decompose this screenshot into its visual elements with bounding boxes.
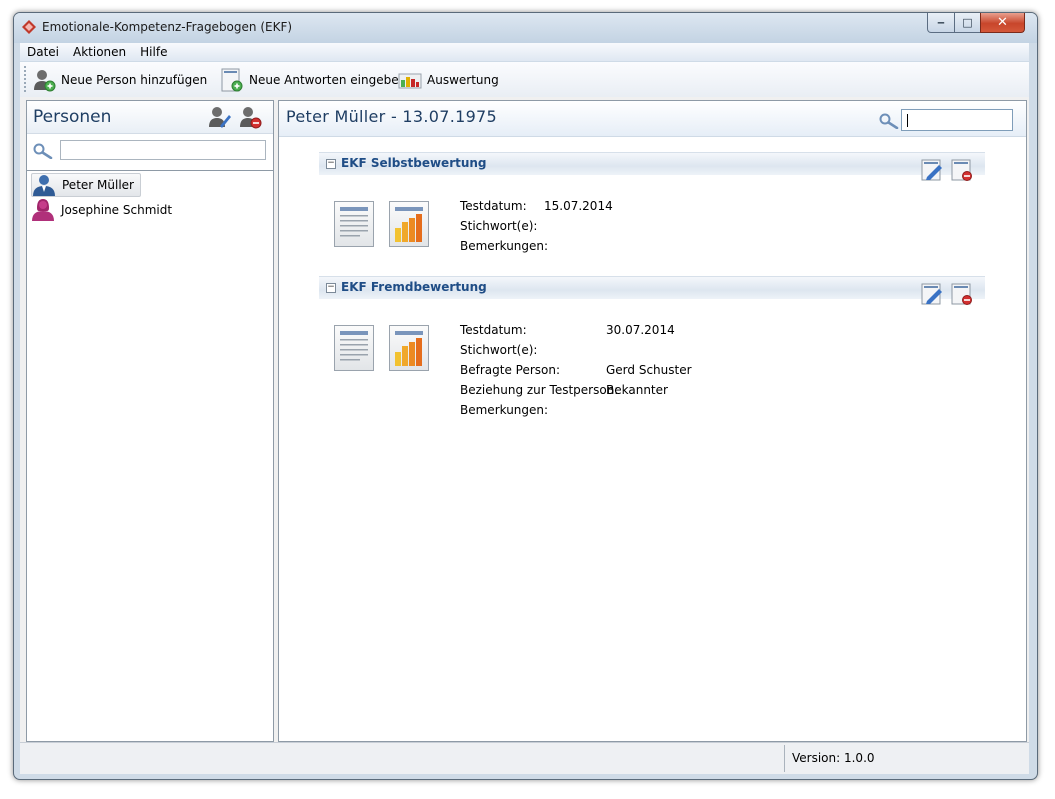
field-value: 15.07.2014	[544, 199, 613, 213]
main-area: Personen Peter Müller Josephine Schmidt …	[20, 97, 1029, 742]
add-person-icon	[34, 70, 56, 92]
edit-test-icon[interactable]	[921, 283, 943, 305]
text-caret	[907, 114, 908, 127]
detail-search-input[interactable]	[901, 109, 1013, 131]
bar-chart-icon	[395, 331, 423, 366]
field-label: Stichwort(e):	[460, 343, 538, 357]
toolbar-grip[interactable]	[24, 66, 26, 93]
menu-bar: Datei Aktionen Hilfe	[20, 43, 1029, 61]
persons-panel: Personen Peter Müller Josephine Schmidt	[26, 100, 274, 742]
answers-document-icon[interactable]	[334, 201, 374, 247]
maximize-button[interactable]: □	[954, 13, 981, 33]
male-avatar-icon	[33, 175, 55, 196]
female-avatar-icon	[32, 199, 54, 221]
person-search-input[interactable]	[60, 140, 266, 160]
delete-test-icon[interactable]	[951, 283, 973, 305]
title-bar[interactable]: Emotionale-Kompetenz-Fragebogen (EKF) ‒ …	[14, 13, 1037, 43]
field-label: Bemerkungen:	[460, 403, 549, 417]
section-title: EKF Fremdbewertung	[341, 280, 487, 294]
new-answers-label: Neue Antworten eingeben	[249, 73, 407, 87]
person-name: Peter Müller	[62, 178, 134, 192]
field-label: Beziehung zur Testperson:	[460, 383, 619, 397]
add-person-label: Neue Person hinzufügen	[61, 73, 208, 87]
maximize-icon: □	[962, 16, 973, 29]
persons-title: Personen	[33, 107, 112, 127]
field-label: Stichwort(e):	[460, 219, 538, 233]
detail-header: Peter Müller - 13.07.1975	[279, 101, 1026, 137]
person-name: Josephine Schmidt	[61, 203, 173, 217]
section-header-fremdbewertung[interactable]: − EKF Fremdbewertung	[319, 276, 985, 305]
edit-test-icon[interactable]	[921, 159, 943, 181]
evaluation-chart-icon[interactable]	[389, 325, 429, 371]
collapse-icon[interactable]: −	[326, 159, 336, 169]
field-value: 30.07.2014	[606, 323, 675, 337]
section-header-selbstbewertung[interactable]: − EKF Selbstbewertung	[319, 152, 985, 181]
field-value: Gerd Schuster	[606, 363, 692, 377]
toolbar: Neue Person hinzufügen Neue Antworten ei…	[20, 62, 1029, 98]
edit-person-icon[interactable]	[207, 105, 231, 129]
search-icon	[879, 113, 899, 129]
app-logo-icon	[22, 20, 36, 34]
bar-chart-icon	[395, 207, 423, 242]
status-separator	[784, 745, 785, 772]
document-lines-icon	[340, 331, 368, 361]
field-label: Testdatum:	[460, 199, 527, 213]
status-bar: Version: 1.0.0	[20, 742, 1029, 774]
persons-list: Peter Müller Josephine Schmidt	[27, 170, 273, 742]
list-item-peter-mueller[interactable]: Peter Müller	[31, 173, 141, 197]
menu-aktionen[interactable]: Aktionen	[66, 45, 133, 59]
new-answers-icon	[221, 68, 243, 92]
new-answers-button[interactable]: Neue Antworten eingeben	[220, 67, 406, 93]
search-icon	[33, 143, 53, 159]
evaluation-chart-icon[interactable]	[389, 201, 429, 247]
field-value: Bekannter	[606, 383, 668, 397]
section-title: EKF Selbstbewertung	[341, 156, 487, 170]
evaluation-button[interactable]: Auswertung	[398, 67, 499, 93]
app-window: Emotionale-Kompetenz-Fragebogen (EKF) ‒ …	[13, 12, 1038, 780]
close-button[interactable]: ✕	[980, 13, 1025, 33]
evaluation-label: Auswertung	[427, 73, 499, 87]
field-label: Bemerkungen:	[460, 239, 549, 253]
minimize-button[interactable]: ‒	[927, 13, 955, 33]
window-title: Emotionale-Kompetenz-Fragebogen (EKF)	[42, 20, 293, 34]
field-label: Befragte Person:	[460, 363, 561, 377]
detail-title: Peter Müller - 13.07.1975	[286, 107, 498, 126]
collapse-icon[interactable]: −	[326, 283, 336, 293]
version-label: Version: 1.0.0	[792, 751, 875, 765]
detail-panel: Peter Müller - 13.07.1975 − EKF Selbstbe…	[278, 100, 1027, 742]
menu-hilfe[interactable]: Hilfe	[133, 45, 174, 59]
list-item-josephine-schmidt[interactable]: Josephine Schmidt	[31, 199, 178, 221]
close-icon: ✕	[997, 15, 1008, 30]
remove-person-icon[interactable]	[238, 105, 262, 129]
field-label: Testdatum:	[460, 323, 527, 337]
answers-document-icon[interactable]	[334, 325, 374, 371]
persons-header: Personen	[27, 101, 273, 134]
menu-datei[interactable]: Datei	[20, 45, 66, 59]
minimize-icon: ‒	[937, 16, 945, 29]
bar-chart-icon	[398, 73, 422, 89]
delete-test-icon[interactable]	[951, 159, 973, 181]
add-person-button[interactable]: Neue Person hinzufügen	[32, 67, 207, 93]
document-lines-icon	[340, 207, 368, 237]
